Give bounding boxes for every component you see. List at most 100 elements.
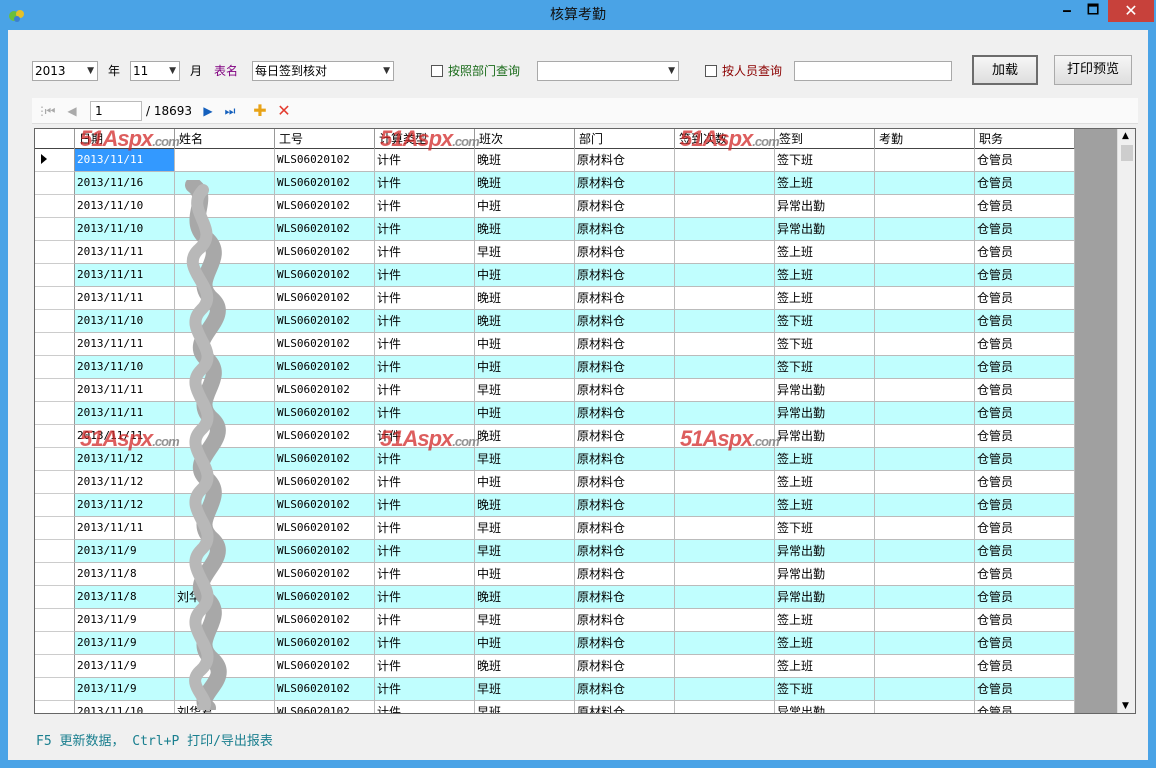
close-button[interactable]: ✕ [1108, 0, 1154, 22]
table-cell[interactable]: 仓管员 [975, 172, 1075, 195]
table-cell[interactable]: WLS06020102 [275, 218, 375, 241]
table-cell[interactable]: 异常出勤 [775, 195, 875, 218]
column-header[interactable]: 部门 [575, 129, 675, 149]
table-cell[interactable] [875, 494, 975, 517]
table-cell[interactable] [875, 563, 975, 586]
table-cell[interactable]: 异常出勤 [775, 425, 875, 448]
row-header[interactable] [35, 379, 75, 402]
table-cell[interactable]: 2013/11/11 [75, 402, 175, 425]
table-cell[interactable] [675, 356, 775, 379]
first-record-icon[interactable]: ⏮ [42, 103, 58, 119]
table-cell[interactable]: 计件 [375, 356, 475, 379]
table-cell[interactable]: 原材料仓 [575, 356, 675, 379]
table-cell[interactable]: 早班 [475, 701, 575, 713]
table-cell[interactable]: WLS06020102 [275, 264, 375, 287]
table-cell[interactable]: 晚班 [475, 149, 575, 172]
table-cell[interactable] [675, 563, 775, 586]
table-cell[interactable]: 仓管员 [975, 632, 1075, 655]
table-cell[interactable] [875, 241, 975, 264]
table-cell[interactable]: 计件 [375, 172, 475, 195]
table-cell[interactable] [875, 218, 975, 241]
table-cell[interactable]: 计件 [375, 609, 475, 632]
table-cell[interactable]: 原材料仓 [575, 264, 675, 287]
row-header[interactable] [35, 333, 75, 356]
table-cell[interactable]: 计件 [375, 701, 475, 713]
table-cell[interactable]: 中班 [475, 632, 575, 655]
table-cell[interactable] [675, 287, 775, 310]
table-cell[interactable]: 2013/11/11 [75, 379, 175, 402]
table-cell[interactable]: 2013/11/9 [75, 655, 175, 678]
table-cell[interactable]: 原材料仓 [575, 310, 675, 333]
table-cell[interactable] [875, 149, 975, 172]
table-cell[interactable]: 2013/11/11 [75, 517, 175, 540]
table-cell[interactable]: 计件 [375, 195, 475, 218]
row-header[interactable] [35, 310, 75, 333]
table-cell[interactable] [675, 609, 775, 632]
table-cell[interactable]: 2013/11/9 [75, 540, 175, 563]
table-cell[interactable]: WLS06020102 [275, 586, 375, 609]
table-cell[interactable] [875, 287, 975, 310]
table-cell[interactable] [875, 609, 975, 632]
table-cell[interactable]: WLS06020102 [275, 655, 375, 678]
row-header[interactable] [35, 195, 75, 218]
year-select[interactable]: 2013 ▼ [32, 61, 98, 81]
table-cell[interactable]: 晚班 [475, 310, 575, 333]
table-cell[interactable]: 仓管员 [975, 310, 1075, 333]
row-header[interactable] [35, 701, 75, 713]
table-cell[interactable]: 计件 [375, 517, 475, 540]
table-cell[interactable]: 计件 [375, 333, 475, 356]
table-cell[interactable]: WLS06020102 [275, 402, 375, 425]
table-cell[interactable] [875, 356, 975, 379]
table-cell[interactable] [875, 379, 975, 402]
table-cell[interactable]: 早班 [475, 540, 575, 563]
table-cell[interactable]: 原材料仓 [575, 678, 675, 701]
table-cell[interactable]: 仓管员 [975, 494, 1075, 517]
table-cell[interactable]: 原材料仓 [575, 494, 675, 517]
table-cell[interactable]: 仓管员 [975, 655, 1075, 678]
table-cell[interactable]: 2013/11/11 [75, 425, 175, 448]
table-cell[interactable]: 原材料仓 [575, 701, 675, 713]
table-cell[interactable]: 2013/11/11 [75, 333, 175, 356]
table-cell[interactable]: 2013/11/12 [75, 471, 175, 494]
table-cell[interactable]: 签上班 [775, 471, 875, 494]
column-header[interactable]: 日期 [75, 129, 175, 149]
month-select[interactable]: 11 ▼ [130, 61, 180, 81]
table-cell[interactable]: 计件 [375, 425, 475, 448]
dept-select[interactable]: ▼ [537, 61, 679, 81]
table-cell[interactable]: 计件 [375, 149, 475, 172]
table-cell[interactable]: 原材料仓 [575, 195, 675, 218]
table-cell[interactable]: 仓管员 [975, 471, 1075, 494]
table-cell[interactable] [875, 333, 975, 356]
table-cell[interactable]: 计件 [375, 471, 475, 494]
table-cell[interactable] [675, 701, 775, 713]
table-cell[interactable]: 签上班 [775, 494, 875, 517]
table-cell[interactable]: 2013/11/8 [75, 563, 175, 586]
table-cell[interactable]: 计件 [375, 310, 475, 333]
table-cell[interactable]: 异常出勤 [775, 563, 875, 586]
row-header[interactable] [35, 540, 75, 563]
table-cell[interactable]: 签下班 [775, 310, 875, 333]
table-cell[interactable]: 中班 [475, 264, 575, 287]
table-cell[interactable] [875, 402, 975, 425]
table-cell[interactable]: 2013/11/12 [75, 448, 175, 471]
row-header[interactable] [35, 471, 75, 494]
table-cell[interactable]: 2013/11/10 [75, 195, 175, 218]
table-cell[interactable]: 计件 [375, 494, 475, 517]
last-record-icon[interactable]: ⏭ [222, 103, 238, 119]
table-cell[interactable]: 原材料仓 [575, 149, 675, 172]
record-position-input[interactable]: 1 [90, 101, 142, 121]
table-cell[interactable]: 签上班 [775, 632, 875, 655]
row-header[interactable] [35, 586, 75, 609]
row-header[interactable] [35, 563, 75, 586]
table-cell[interactable] [675, 333, 775, 356]
dept-checkbox[interactable] [431, 65, 443, 77]
table-cell[interactable]: 签上班 [775, 241, 875, 264]
table-cell[interactable] [875, 310, 975, 333]
table-cell[interactable]: 原材料仓 [575, 655, 675, 678]
table-cell[interactable] [175, 149, 275, 172]
table-cell[interactable] [675, 471, 775, 494]
table-cell[interactable]: 2013/11/10 [75, 218, 175, 241]
row-header[interactable] [35, 149, 75, 172]
prev-record-icon[interactable]: ◀ [64, 103, 80, 119]
column-header[interactable]: 姓名 [175, 129, 275, 149]
